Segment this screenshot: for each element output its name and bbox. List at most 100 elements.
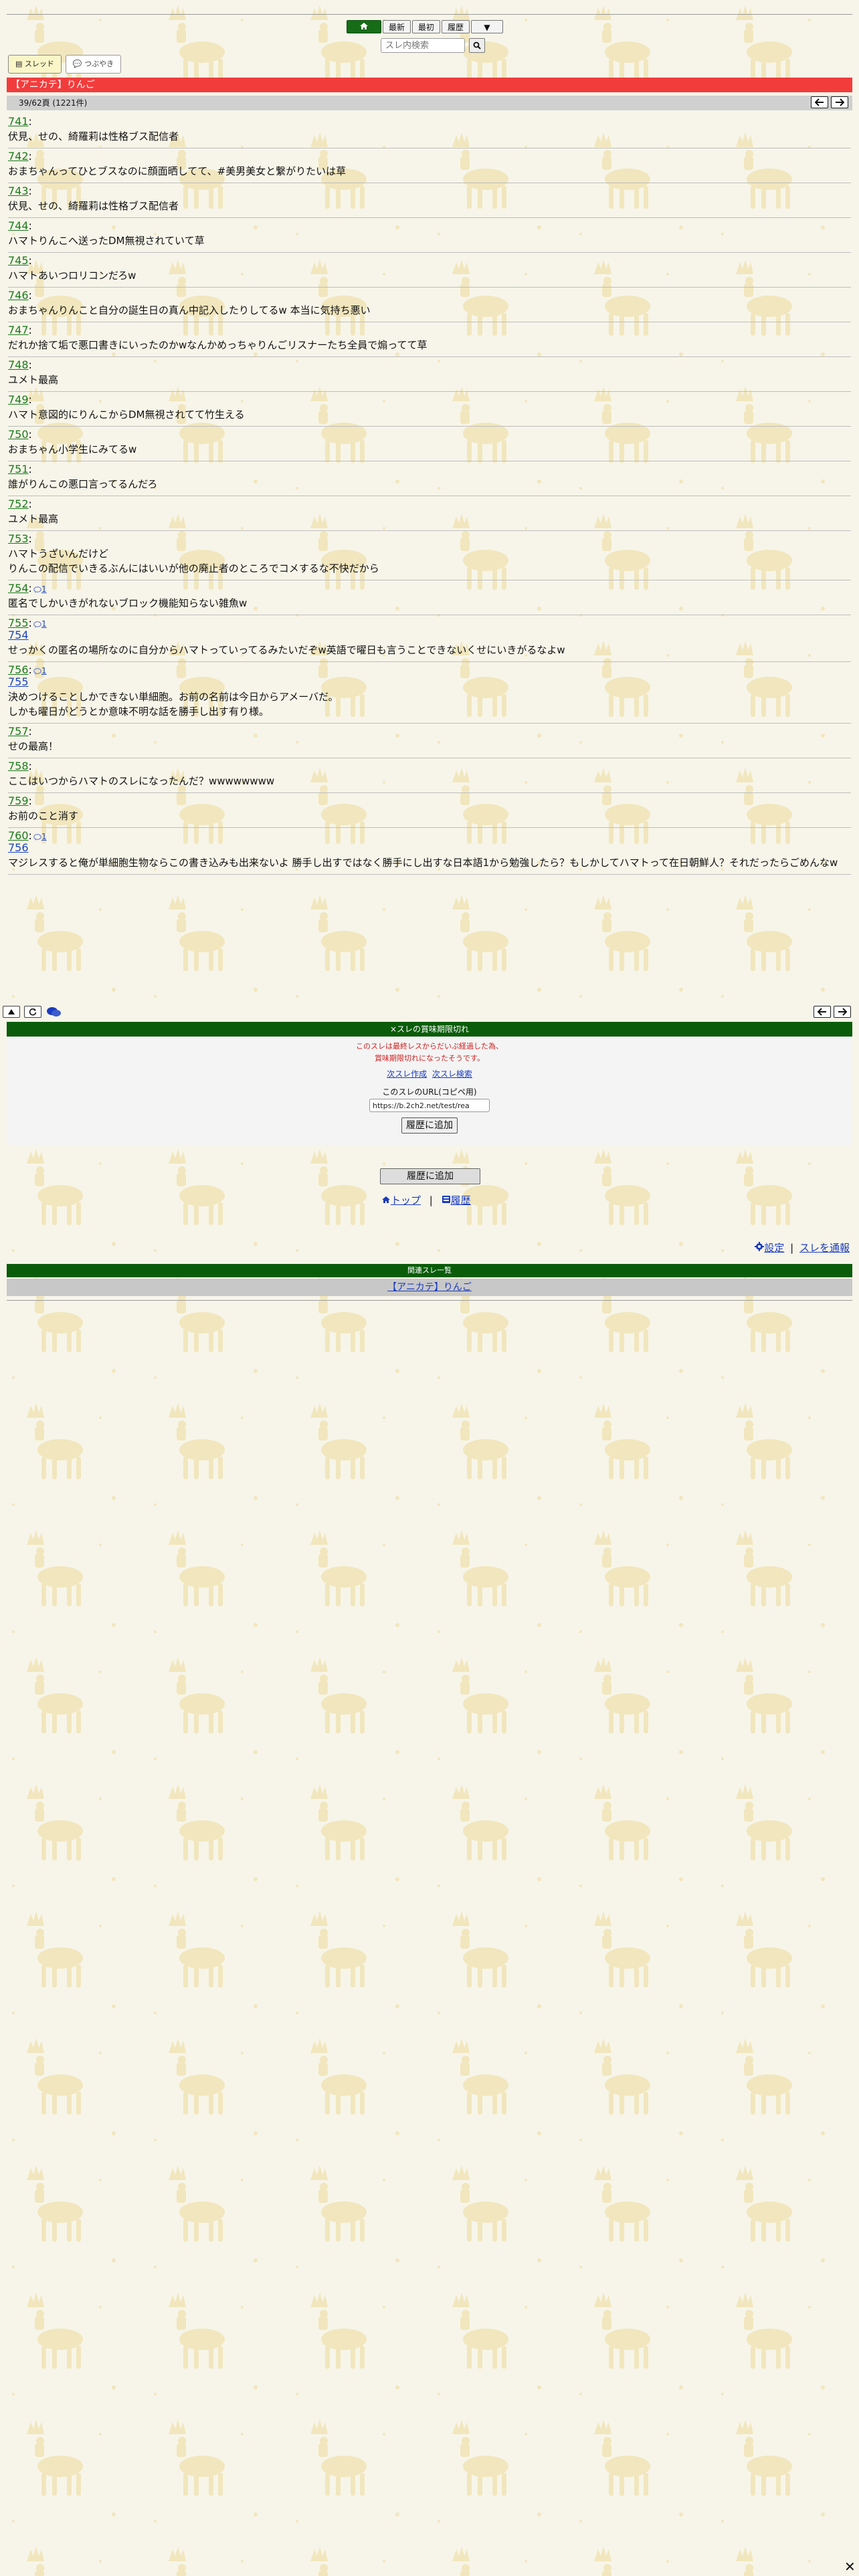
post: 754: 1 匿名でしかいきがれないブロック機能知らない雑魚w (8, 580, 851, 615)
post-number-link[interactable]: 742 (8, 150, 29, 163)
post: 753: ハマトうざいんだけど りんこの配信でいきるぶんにはいいが他の廃止者のところ… (8, 531, 851, 580)
post-body-line: マジレスすると俺が単細胞生物ならこの書き込みも出来ないよ 勝手し出すではなく勝手… (8, 857, 838, 869)
prev-page-button-bottom[interactable] (814, 1006, 831, 1018)
related-thread-item: 【アニカテ】りんご (7, 1279, 852, 1296)
dropdown-button[interactable]: ▼ (471, 20, 504, 33)
reply-anchor-link[interactable]: 754 (8, 629, 851, 641)
settings-separator: | (790, 1242, 794, 1254)
post-body: せっかくの匿名の場所なのに自分からハマトっていってるみたいだぞw英語で曜日も言う… (8, 643, 851, 657)
post: 749: ハマト意図的にりんこからDM無視されてて竹生える (8, 392, 851, 427)
history-link[interactable]: 履歴 (451, 1194, 471, 1206)
footer-links: トップ | 履歴 (381, 1193, 471, 1207)
tab-thread[interactable]: ▤ スレッド (8, 55, 62, 74)
reply-count-link[interactable]: 1 (33, 584, 47, 594)
bottom-toolbar (3, 1005, 856, 1018)
scroll-top-button[interactable] (3, 1006, 20, 1018)
post-number-link[interactable]: 760 (8, 829, 29, 842)
reply-anchor-link[interactable]: 756 (8, 842, 851, 854)
thread-search-input[interactable] (381, 38, 465, 53)
post-number-colon: : (28, 289, 32, 302)
post-number-colon: : (28, 358, 32, 371)
post-number-link[interactable]: 746 (8, 289, 29, 302)
prev-page-button[interactable] (811, 96, 828, 108)
post-number-link[interactable]: 741 (8, 115, 29, 128)
top-link[interactable]: トップ (391, 1194, 421, 1206)
post: 748: ユメト最高 (8, 357, 851, 392)
post-number-link[interactable]: 750 (8, 428, 29, 441)
post-number-link[interactable]: 752 (8, 498, 29, 510)
reply-count-link[interactable]: 1 (33, 832, 47, 841)
reply-count: 1 (41, 666, 47, 675)
search-row (381, 38, 485, 53)
settings-link[interactable]: 設定 (764, 1242, 784, 1254)
post-body-line: りんこの配信でいきるぶんにはいいが他の廃止者のところでコメするな不快だから (8, 562, 379, 574)
post-number-link[interactable]: 756 (8, 663, 29, 676)
post-body-line: せの最高！ (8, 740, 59, 752)
add-history-button-2[interactable]: 履歴に追加 (380, 1168, 480, 1184)
thread-url-field[interactable] (369, 1099, 490, 1112)
post-body-line: おまちゃんってひとブスなのに顔面晒してて、#美男美女と繋がりたいは草 (8, 165, 347, 177)
post-number-link[interactable]: 749 (8, 393, 29, 406)
post-number-link[interactable]: 757 (8, 725, 29, 738)
post-body: 匿名でしかいきがれないブロック機能知らない雑魚w (8, 596, 851, 611)
post-number-colon: : (28, 829, 32, 842)
post-body: せの最高！ (8, 739, 851, 754)
post-header: 752: (8, 498, 851, 510)
post-body-line: せっかくの匿名の場所なのに自分からハマトっていってるみたいだぞw英語で曜日も言う… (8, 644, 565, 656)
post-body: ハマトうざいんだけど りんこの配信でいきるぶんにはいいが他の廃止者のところでコメす… (8, 546, 851, 576)
post-number-link[interactable]: 747 (8, 324, 29, 336)
post-body-line: ユメト最高 (8, 513, 59, 525)
post-body: ユメト最高 (8, 372, 851, 387)
next-page-button[interactable] (831, 96, 848, 108)
arrow-right-icon (836, 98, 844, 106)
reply-count: 1 (41, 584, 47, 594)
reply-count-link[interactable]: 1 (33, 666, 47, 675)
post-number-colon: : (28, 185, 32, 197)
report-thread-link[interactable]: スレを通報 (799, 1242, 850, 1254)
post-number-link[interactable]: 748 (8, 358, 29, 371)
post-number-link[interactable]: 758 (8, 760, 29, 772)
tab-tsubuyaki[interactable]: 💬 つぶやき (65, 55, 122, 74)
post-body-line: ユメト最高 (8, 374, 59, 386)
reply-bubble-icon (33, 833, 41, 841)
related-thread-link[interactable]: 【アニカテ】りんご (387, 1282, 472, 1293)
next-page-button-bottom[interactable] (834, 1006, 851, 1018)
latest-button[interactable]: 最新 (383, 20, 411, 33)
post: 742: おまちゃんってひとブスなのに顔面晒してて、#美男美女と繋がりたいは草 (8, 148, 851, 183)
post-number-colon: : (28, 760, 32, 772)
post: 759: お前のこと消す (8, 793, 851, 828)
page-arrows (811, 96, 848, 108)
post-number-link[interactable]: 745 (8, 254, 29, 267)
close-icon[interactable]: ✕ (844, 2559, 856, 2575)
search-next-thread-link[interactable]: 次スレ検索 (432, 1069, 472, 1079)
thread-icon: ▤ (15, 60, 23, 68)
post-number-link[interactable]: 744 (8, 219, 29, 232)
post-header: 760: 1 (8, 829, 851, 842)
post-body: おまちゃんりんこと自分の誕生日の真ん中記入したりしてるw 本当に気持ち悪い (8, 303, 851, 318)
reply-count-link[interactable]: 1 (33, 619, 47, 629)
post-number-link[interactable]: 753 (8, 532, 29, 545)
arrow-left-icon (815, 98, 824, 106)
reply-anchor-link[interactable]: 755 (8, 676, 851, 688)
home-button[interactable] (347, 20, 381, 33)
create-next-thread-link[interactable]: 次スレ作成 (387, 1069, 427, 1079)
search-button[interactable] (469, 38, 485, 53)
add-history-button[interactable]: 履歴に追加 (401, 1117, 458, 1134)
post-body-line: ハマトりんこへ送ったDM無視されていて草 (8, 235, 205, 247)
comments-icon (47, 1007, 61, 1016)
top-divider (7, 14, 852, 15)
first-button[interactable]: 最初 (412, 20, 441, 33)
reload-button[interactable] (24, 1006, 41, 1018)
post-list: 741: 伏見、せの、綺羅莉は性格ブス配信者 742: おまちゃんってひとブスなのに顔… (8, 114, 851, 875)
write-comment-button[interactable] (45, 1006, 63, 1018)
history-icon (442, 1196, 450, 1203)
post-number-link[interactable]: 759 (8, 794, 29, 807)
post-number-link[interactable]: 755 (8, 617, 29, 629)
post-number-link[interactable]: 751 (8, 463, 29, 475)
post-number-link[interactable]: 743 (8, 185, 29, 197)
post-number-link[interactable]: 754 (8, 582, 29, 595)
history-button[interactable]: 履歴 (442, 20, 470, 33)
arrow-left-icon (818, 1008, 826, 1016)
post-header: 750: (8, 428, 851, 441)
post-header: 746: (8, 289, 851, 302)
